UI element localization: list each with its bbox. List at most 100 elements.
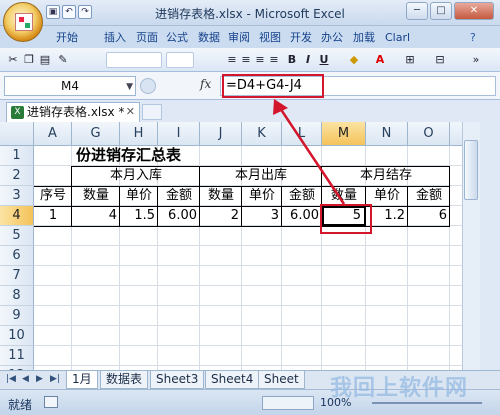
group-header-in[interactable]: 本月入库 (72, 166, 200, 186)
column-header-h[interactable]: H (120, 122, 158, 146)
column-header-j[interactable]: J (200, 122, 242, 146)
sheet-tab-2[interactable]: 数据表 (100, 371, 149, 389)
zoom-slider[interactable] (372, 402, 482, 404)
copy-icon[interactable]: ❐ (22, 52, 36, 68)
column-header-g[interactable]: G (72, 122, 120, 146)
prev-sheet-icon[interactable]: ◀ (22, 374, 29, 384)
row-header-6[interactable]: 6 (0, 246, 34, 266)
group-header-out[interactable]: 本月出库 (200, 166, 322, 186)
column-header-a[interactable]: A (34, 122, 72, 146)
tab-data[interactable]: 数据 (198, 29, 220, 47)
header-cell[interactable]: 单价 (242, 186, 282, 206)
insert-function-icon[interactable]: fx (200, 77, 211, 91)
borders-icon[interactable]: ⊞ (402, 52, 418, 68)
font-name-box[interactable] (106, 52, 162, 68)
row-header-8[interactable]: 8 (0, 286, 34, 306)
chevron-down-icon[interactable]: ▼ (126, 78, 133, 96)
column-header-n[interactable]: N (366, 122, 408, 146)
sheet-tab-4[interactable]: Sheet4 (205, 371, 260, 389)
data-cell[interactable]: 6.00 (282, 206, 322, 226)
header-cell[interactable]: 单价 (120, 186, 158, 206)
data-cell[interactable]: 6 (408, 206, 450, 226)
select-all-corner[interactable] (0, 122, 34, 146)
align-left-icon[interactable]: ≡ (226, 52, 238, 68)
row-header-4[interactable]: 4 (0, 206, 34, 226)
data-cell[interactable]: 1.5 (120, 206, 158, 226)
more-icon[interactable]: » (468, 52, 484, 68)
tab-office[interactable]: 办公 (321, 29, 343, 47)
scrollbar-thumb[interactable] (464, 140, 478, 200)
italic-icon[interactable]: I (302, 52, 314, 68)
tab-formulas[interactable]: 公式 (166, 29, 188, 47)
next-sheet-icon[interactable]: ▶ (36, 374, 43, 384)
header-cell[interactable]: 序号 (34, 186, 72, 206)
header-cell[interactable]: 数量 (322, 186, 366, 206)
format-painter-icon[interactable]: ✎ (56, 52, 70, 68)
workbook-tab[interactable]: X 进销存表格.xlsx * ✕ (6, 102, 140, 122)
sheet-title[interactable]: 份进销存汇总表 (76, 145, 276, 165)
paste-icon[interactable]: ▤ (38, 52, 52, 68)
header-cell[interactable]: 数量 (200, 186, 242, 206)
data-cell[interactable]: 6.00 (158, 206, 200, 226)
header-cell[interactable]: 金额 (282, 186, 322, 206)
view-buttons[interactable] (262, 396, 314, 410)
macro-record-icon[interactable] (44, 396, 58, 408)
tab-addins[interactable]: 加载 (353, 29, 375, 47)
tab-review[interactable]: 审阅 (228, 29, 250, 47)
column-header-m[interactable]: M (322, 122, 366, 146)
underline-icon[interactable]: U (318, 52, 330, 68)
tab-clarl[interactable]: Clarl (385, 29, 410, 47)
data-cell[interactable]: 1.2 (366, 206, 408, 226)
row-header-3[interactable]: 3 (0, 186, 34, 206)
name-box[interactable]: M4 ▼ (4, 76, 136, 96)
header-cell[interactable]: 单价 (366, 186, 408, 206)
close-button[interactable]: ✕ (454, 2, 494, 20)
data-cell[interactable]: 4 (72, 206, 120, 226)
row-header-2[interactable]: 2 (0, 166, 34, 186)
column-header-k[interactable]: K (242, 122, 282, 146)
worksheet-grid[interactable]: A G H I J K L M N O 1 2 3 4 5 6 7 8 9 10… (0, 122, 462, 370)
tab-home[interactable]: 开始 (56, 29, 78, 47)
maximize-button[interactable]: □ (430, 2, 452, 20)
bold-icon[interactable]: B (286, 52, 298, 68)
help-icon[interactable]: ? (470, 29, 476, 47)
merge-icon[interactable]: ⊟ (432, 52, 448, 68)
cut-icon[interactable]: ✂ (6, 52, 20, 68)
align-right-icon[interactable]: ≡ (254, 52, 266, 68)
expand-icon[interactable] (140, 78, 156, 94)
data-cell[interactable]: 1 (34, 206, 72, 226)
first-sheet-icon[interactable]: |◀ (6, 374, 16, 384)
row-header-7[interactable]: 7 (0, 266, 34, 286)
header-cell[interactable]: 金额 (408, 186, 450, 206)
tab-insert[interactable]: 插入 (104, 29, 126, 47)
office-button[interactable] (3, 2, 43, 42)
row-header-10[interactable]: 10 (0, 326, 34, 346)
header-cell[interactable]: 数量 (72, 186, 120, 206)
tab-developer[interactable]: 开发 (290, 29, 312, 47)
justify-icon[interactable]: ≡ (268, 52, 280, 68)
group-header-stock[interactable]: 本月结存 (322, 166, 450, 186)
font-color-icon[interactable]: A (372, 52, 388, 68)
row-header-9[interactable]: 9 (0, 306, 34, 326)
header-cell[interactable]: 金额 (158, 186, 200, 206)
tab-view[interactable]: 视图 (259, 29, 281, 47)
align-center-icon[interactable]: ≡ (240, 52, 252, 68)
sheet-tab-3[interactable]: Sheet3 (150, 371, 205, 389)
column-header-o[interactable]: O (408, 122, 450, 146)
column-header-i[interactable]: I (158, 122, 200, 146)
font-size-box[interactable] (166, 52, 194, 68)
minimize-button[interactable]: ─ (406, 2, 428, 20)
sheet-tab-1[interactable]: 1月 (66, 371, 98, 389)
row-header-11[interactable]: 11 (0, 346, 34, 366)
close-icon[interactable]: ✕ (126, 103, 135, 121)
new-tab-button[interactable] (142, 104, 162, 120)
data-cell[interactable]: 3 (242, 206, 282, 226)
column-header-l[interactable]: L (282, 122, 322, 146)
row-header-1[interactable]: 1 (0, 146, 34, 166)
last-sheet-icon[interactable]: ▶| (50, 374, 60, 384)
sheet-tab-5[interactable]: Sheet (258, 371, 305, 389)
data-cell[interactable]: 2 (200, 206, 242, 226)
column-header-extra[interactable] (450, 122, 462, 146)
row-header-5[interactable]: 5 (0, 226, 34, 246)
fill-color-icon[interactable]: ◆ (346, 52, 362, 68)
